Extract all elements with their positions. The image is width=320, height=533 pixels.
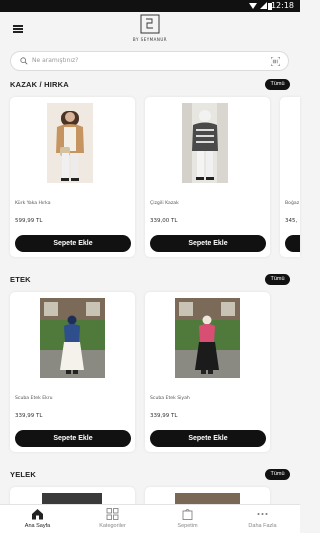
product-name: Scuba Etek Siyah (150, 396, 190, 401)
signal-icon (260, 2, 267, 9)
status-bar: 12:18 (0, 0, 300, 12)
nav-cart[interactable]: Sepetim (150, 505, 225, 533)
nav-home[interactable]: Ana Sayfa (0, 505, 75, 533)
nav-more[interactable]: Daha Fazla (225, 505, 300, 533)
product-name: Scuba Etek Ekru (15, 396, 53, 401)
nav-label: Daha Fazla (248, 523, 277, 529)
nav-label: Sepetim (177, 523, 198, 529)
product-image[interactable] (40, 298, 105, 378)
section-title: KAZAK / HIRKA (10, 80, 69, 89)
search-icon (20, 57, 28, 65)
view-all-button[interactable]: Tümü (265, 469, 290, 480)
product-price: 339,99 TL (15, 413, 43, 419)
home-icon (32, 509, 43, 520)
app-bar: BY SEYMANUR (0, 12, 300, 46)
product-card[interactable]: Scuba Etek Siyah 339,99 TL Sepete Ekle (145, 292, 270, 452)
product-card[interactable]: Çizgili Kazak 339,00 TL Sepete Ekle (145, 97, 270, 257)
add-to-cart-button[interactable] (285, 235, 300, 252)
logo-text: BY SEYMANUR (132, 37, 168, 42)
cart-icon (182, 509, 193, 520)
product-price: 345, (285, 218, 298, 224)
product-card[interactable]: Kürk Yaka Hırka 599,99 TL Sepete Ekle (10, 97, 135, 257)
product-image[interactable] (47, 103, 93, 183)
hamburger-menu-icon[interactable] (13, 25, 23, 33)
add-to-cart-button[interactable]: Sepete Ekle (15, 430, 131, 447)
product-price: 339,00 TL (150, 218, 178, 224)
view-all-button[interactable]: Tümü (265, 79, 290, 90)
product-name: Kürk Yaka Hırka (15, 201, 51, 206)
product-name: Boğaz (285, 201, 300, 206)
section-title: YELEK (10, 470, 37, 479)
grid-icon (106, 508, 119, 520)
status-time: 12:18 (270, 1, 294, 10)
logo-mark-icon (140, 14, 160, 34)
search-bar[interactable]: Ne aramıştınız? (10, 51, 289, 71)
nav-label: Ana Sayfa (24, 523, 51, 529)
nav-label: Kategoriler (99, 523, 126, 529)
wifi-icon (249, 3, 257, 9)
add-to-cart-button[interactable]: Sepete Ekle (150, 235, 266, 252)
barcode-scan-icon[interactable] (271, 57, 280, 66)
product-name: Çizgili Kazak (150, 201, 179, 206)
product-image[interactable] (175, 298, 240, 378)
section-title: ETEK (10, 275, 31, 284)
more-icon (257, 513, 268, 515)
brand-logo[interactable]: BY SEYMANUR (131, 14, 169, 44)
bottom-navigation: Ana Sayfa Kategoriler Sepetim Daha Fazla (0, 504, 300, 533)
product-image[interactable] (182, 103, 228, 183)
search-input[interactable]: Ne aramıştınız? (32, 57, 78, 64)
view-all-button[interactable]: Tümü (265, 274, 290, 285)
add-to-cart-button[interactable]: Sepete Ekle (15, 235, 131, 252)
product-price: 339,99 TL (150, 413, 178, 419)
add-to-cart-button[interactable]: Sepete Ekle (150, 430, 266, 447)
product-card[interactable]: Scuba Etek Ekru 339,99 TL Sepete Ekle (10, 292, 135, 452)
nav-categories[interactable]: Kategoriler (75, 505, 150, 533)
product-card-partial[interactable]: Boğaz 345, (280, 97, 300, 257)
product-price: 599,99 TL (15, 218, 43, 224)
